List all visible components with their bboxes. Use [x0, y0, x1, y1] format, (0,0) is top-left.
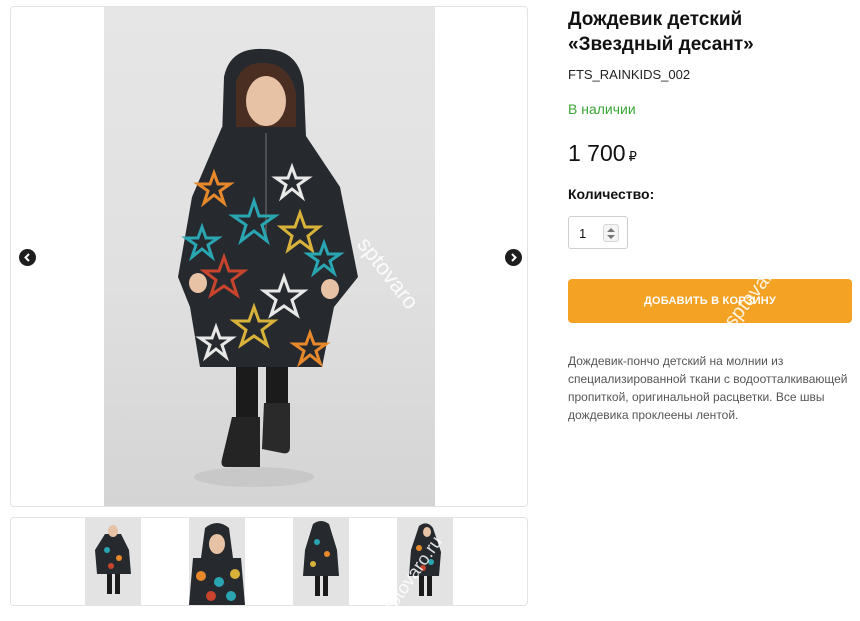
thumbnail-strip: [10, 517, 528, 606]
gallery-prev-button[interactable]: [19, 249, 36, 266]
quantity-label: Количество:: [568, 186, 655, 202]
availability-status: В наличии: [568, 101, 636, 117]
chevron-down-icon[interactable]: [607, 235, 615, 239]
quantity-stepper[interactable]: 1: [568, 216, 628, 249]
product-title: Дождевик детский «Звездный десант»: [568, 9, 754, 55]
product-description: Дождевик-пончо детский на молнии из спец…: [568, 354, 848, 422]
product-main-photo[interactable]: [104, 7, 435, 506]
thumbnail-4[interactable]: [397, 518, 453, 605]
thumbnail-1[interactable]: [85, 518, 141, 605]
chevron-left-icon: [24, 253, 30, 262]
product-price: 1 700 ₽: [568, 140, 637, 167]
quantity-spinner[interactable]: [603, 224, 619, 242]
thumbnail-3[interactable]: [293, 518, 349, 605]
quantity-input[interactable]: 1: [579, 226, 586, 241]
product-main-image-frame: [10, 6, 528, 507]
price-value: 1 700: [568, 140, 626, 166]
currency-symbol: ₽: [628, 149, 637, 164]
gallery-next-button[interactable]: [505, 249, 522, 266]
thumbnail-2[interactable]: [189, 518, 245, 605]
chevron-right-icon: [511, 253, 517, 262]
add-to-cart-button[interactable]: ДОБАВИТЬ В КОРЗИНУ: [568, 279, 852, 323]
chevron-up-icon[interactable]: [607, 228, 615, 232]
product-sku: FTS_RAINKIDS_002: [568, 67, 691, 82]
